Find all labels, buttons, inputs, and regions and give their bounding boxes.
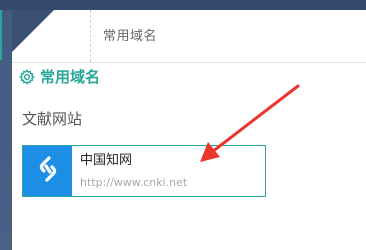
main-panel: 常用域名 <box>12 10 366 250</box>
corner-fold <box>12 10 54 52</box>
category-label: 文献网站 <box>22 110 83 128</box>
site-icon-box <box>23 146 72 196</box>
header-divider <box>90 10 91 62</box>
site-text: 中国知网 http://www.cnki.net <box>72 146 187 196</box>
panel-header: 常用域名 <box>12 10 366 63</box>
link-icon <box>35 154 61 188</box>
section-title: 常用域名 <box>19 66 100 87</box>
site-name: 中国知网 <box>80 152 133 168</box>
left-accent-bar <box>0 10 2 60</box>
page: 常用域名 常用域名 文献网站 中国知网 http://www.cnki.net <box>0 0 366 250</box>
site-url: http://www.cnki.net <box>80 175 188 189</box>
top-strip <box>0 0 366 10</box>
site-card-cnki[interactable]: 中国知网 http://www.cnki.net <box>22 145 266 197</box>
header-title: 常用域名 <box>103 29 158 44</box>
gear-icon <box>19 68 35 85</box>
section-title-label: 常用域名 <box>40 68 101 86</box>
